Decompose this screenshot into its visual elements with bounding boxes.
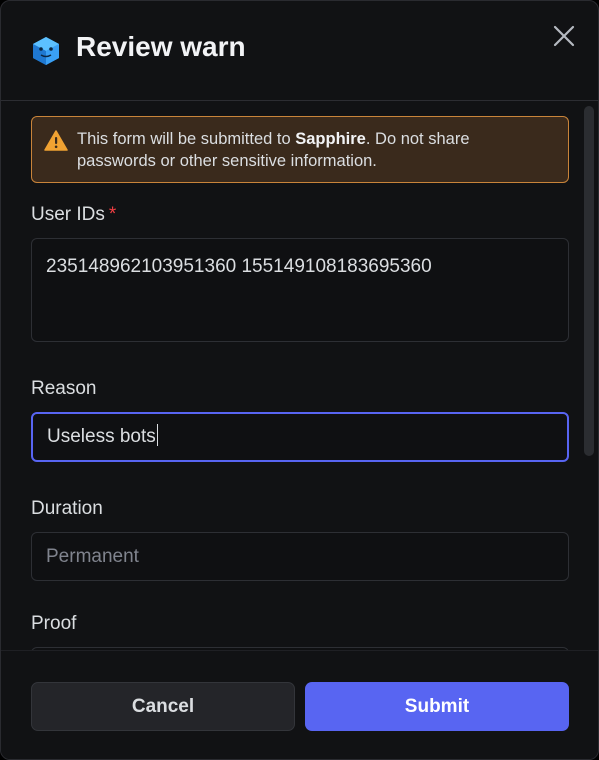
notice-text: This form will be submitted to Sapphire.…: [77, 130, 470, 170]
dialog-header: Review warn: [1, 1, 598, 101]
required-marker: *: [108, 204, 117, 225]
reason-input[interactable]: Useless bots: [31, 412, 569, 462]
submit-button[interactable]: Submit: [305, 682, 569, 731]
cancel-button[interactable]: Cancel: [31, 682, 295, 731]
close-icon: [553, 25, 575, 47]
dialog-title: Review warn: [76, 31, 246, 62]
review-warn-dialog: Review warn This form will be submitted …: [0, 0, 599, 760]
form-scroll-area[interactable]: This form will be submitted to Sapphire.…: [1, 102, 598, 650]
reason-value: Useless bots: [47, 424, 158, 447]
duration-input[interactable]: Permanent: [31, 532, 569, 581]
text-caret: [156, 424, 158, 447]
app-name: Sapphire: [295, 130, 366, 148]
warning-triangle-icon: [44, 130, 68, 151]
user-ids-value: 235148962103951360 155149108183695360: [46, 256, 432, 277]
cube-bot-icon: [33, 37, 59, 65]
duration-label: Duration: [31, 498, 103, 519]
user-ids-label: User IDs *: [31, 204, 117, 225]
duration-placeholder: Permanent: [46, 546, 139, 567]
proof-label: Proof: [31, 613, 77, 634]
reason-label: Reason: [31, 378, 97, 399]
user-ids-textarea[interactable]: 235148962103951360 155149108183695360: [31, 238, 569, 342]
security-notice: This form will be submitted to Sapphire.…: [31, 116, 569, 183]
dialog-footer: Cancel Submit: [1, 650, 598, 759]
scrollbar-thumb[interactable]: [584, 106, 594, 456]
close-button[interactable]: [550, 22, 578, 50]
scrollbar[interactable]: [584, 106, 594, 646]
